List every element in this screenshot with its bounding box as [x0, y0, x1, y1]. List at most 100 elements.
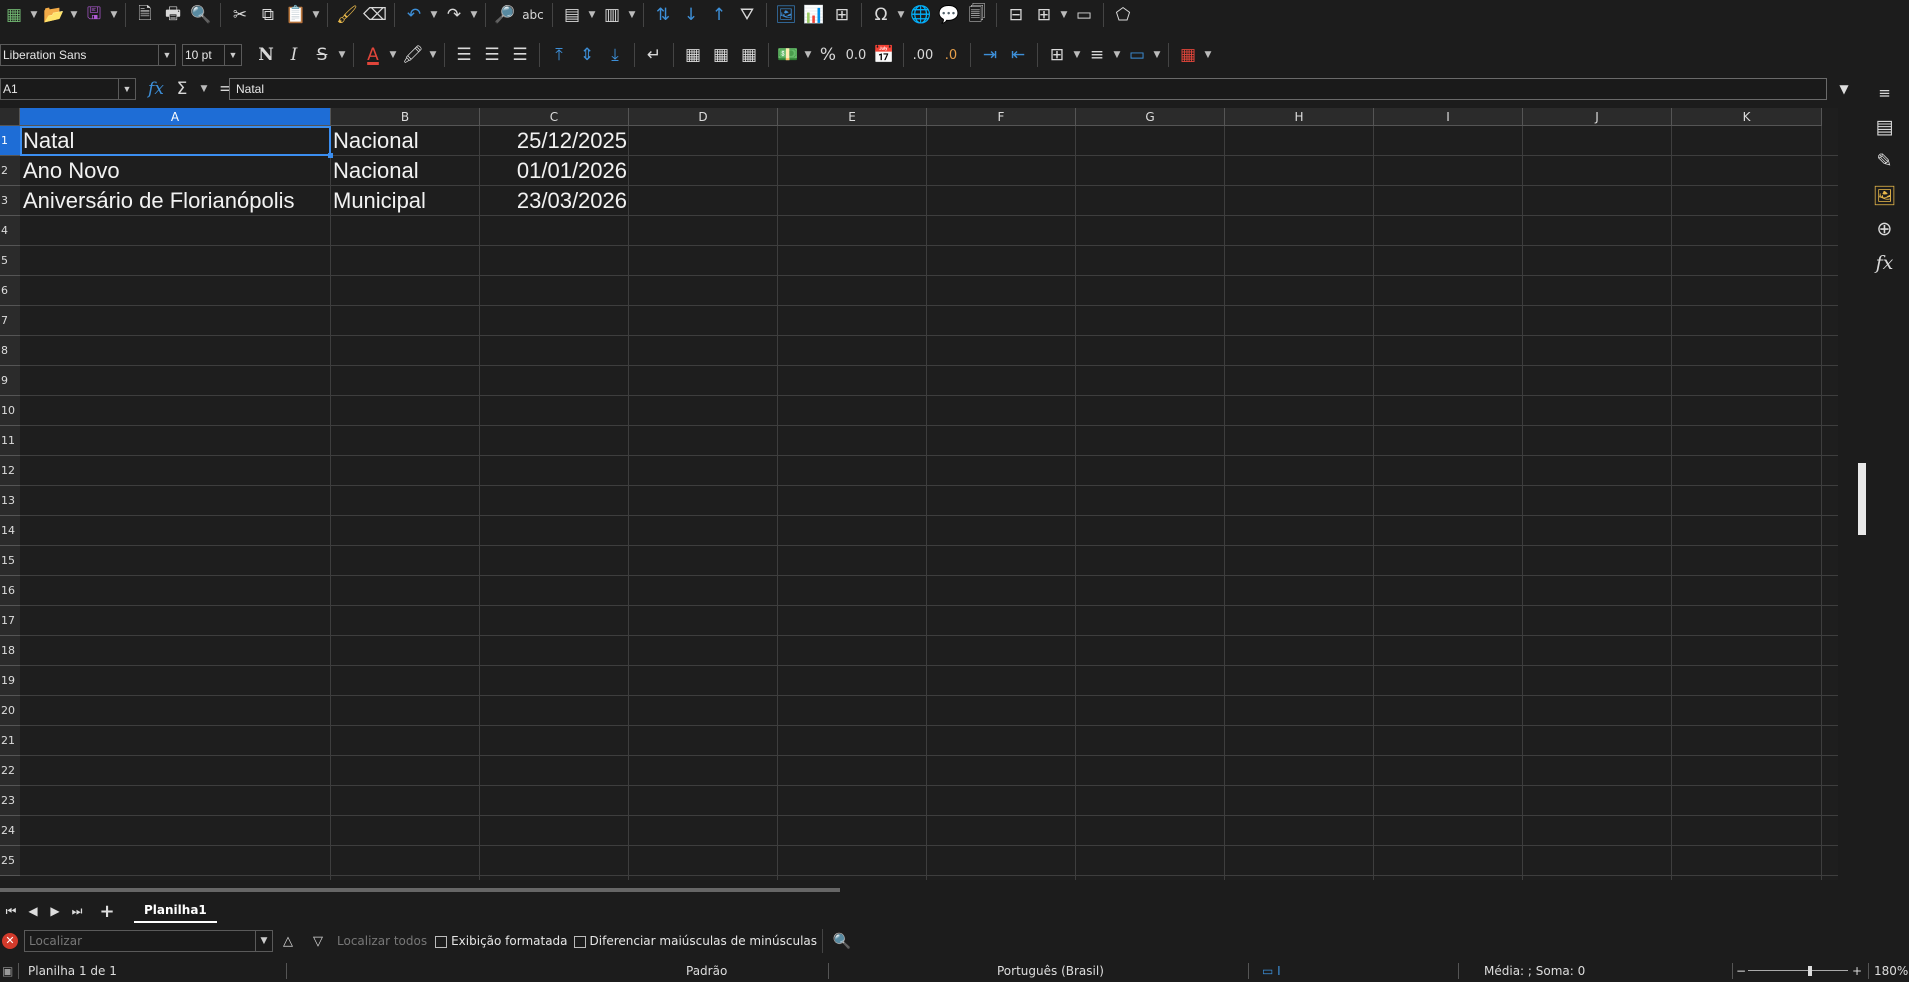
selection-mode-icon[interactable]: ▭ Ⅰ: [1262, 960, 1281, 982]
zoom-slider-handle[interactable]: [1808, 966, 1812, 976]
gallery-icon[interactable]: 🖼: [1860, 178, 1909, 212]
language[interactable]: Português (Brasil): [997, 960, 1104, 982]
row-header[interactable]: 11: [0, 426, 20, 456]
align-bottom-icon[interactable]: ⤓: [601, 41, 629, 69]
page-style[interactable]: Padrão: [686, 960, 727, 982]
borders-icon[interactable]: ⊞: [1043, 41, 1071, 69]
column-header[interactable]: C: [480, 108, 629, 126]
decrease-indent-icon[interactable]: ⇤: [1004, 41, 1032, 69]
cell-b3[interactable]: Municipal: [333, 186, 480, 216]
row-header[interactable]: 2: [0, 156, 20, 186]
column-dropdown-icon[interactable]: ▼: [626, 1, 638, 29]
border-color-dropdown-icon[interactable]: ▼: [1151, 41, 1163, 69]
cell-b1[interactable]: Nacional: [333, 126, 480, 156]
row-header[interactable]: 4: [0, 216, 20, 246]
zoom-in-icon[interactable]: +: [1852, 960, 1862, 982]
zoom-slider[interactable]: [1748, 970, 1848, 971]
comment-icon[interactable]: 💬: [935, 1, 963, 29]
freeze-dropdown-icon[interactable]: ▼: [1058, 1, 1070, 29]
border-style-dropdown-icon[interactable]: ▼: [1111, 41, 1123, 69]
column-header[interactable]: D: [629, 108, 778, 126]
align-middle-icon[interactable]: ⇕: [573, 41, 601, 69]
align-left-icon[interactable]: ☰: [450, 41, 478, 69]
properties-icon[interactable]: ▤: [1860, 110, 1909, 144]
number-format-button[interactable]: 0.0: [842, 41, 870, 69]
save-dropdown-icon[interactable]: ▼: [108, 1, 120, 29]
column-header[interactable]: K: [1672, 108, 1822, 126]
clear-formatting-icon[interactable]: ⌫: [361, 1, 389, 29]
expand-formula-bar-icon[interactable]: ▼: [1834, 78, 1854, 100]
column-header[interactable]: E: [778, 108, 927, 126]
row-header[interactable]: 3: [0, 186, 20, 216]
sort-descending-icon[interactable]: ↑: [705, 1, 733, 29]
zoom-level[interactable]: 180%: [1874, 960, 1908, 982]
unmerge-cells-icon[interactable]: ▦: [735, 41, 763, 69]
name-box[interactable]: A1 ▼: [0, 78, 136, 100]
document-modified-icon[interactable]: ▣: [2, 960, 13, 982]
insert-image-icon[interactable]: 🖼: [772, 1, 800, 29]
row-header[interactable]: 15: [0, 546, 20, 576]
chevron-down-icon[interactable]: ▼: [158, 45, 175, 65]
export-pdf-icon[interactable]: 🗎: [131, 1, 159, 29]
row-header[interactable]: 1: [0, 126, 20, 156]
special-character-icon[interactable]: Ω: [867, 1, 895, 29]
row-header[interactable]: 25: [0, 846, 20, 876]
font-name-box[interactable]: Liberation Sans ▼: [0, 44, 176, 66]
column-header[interactable]: G: [1076, 108, 1225, 126]
row-header[interactable]: 14: [0, 516, 20, 546]
spreadsheet-grid[interactable]: ABCDEFGHIJK Natal Nacional 25/12/2025 An…: [0, 108, 1838, 880]
open-folder-icon[interactable]: 📂: [40, 1, 68, 29]
formatted-display-checkbox[interactable]: Exibição formatada: [435, 934, 568, 948]
first-sheet-icon[interactable]: ⏮: [0, 904, 22, 919]
merge-cells-icon[interactable]: ▦: [707, 41, 735, 69]
row-header[interactable]: 24: [0, 816, 20, 846]
row-header[interactable]: 6: [0, 276, 20, 306]
delete-decimal-button[interactable]: .0: [937, 41, 965, 69]
chevron-down-icon[interactable]: ▼: [224, 45, 241, 65]
header-footer-icon[interactable]: 🗐: [963, 1, 991, 29]
row-header[interactable]: 10: [0, 396, 20, 426]
row-header[interactable]: 21: [0, 726, 20, 756]
open-dropdown-icon[interactable]: ▼: [68, 1, 80, 29]
column-header[interactable]: B: [331, 108, 480, 126]
autofilter-icon[interactable]: ⛛: [733, 1, 761, 29]
split-window-icon[interactable]: ▭: [1070, 1, 1098, 29]
currency-format-icon[interactable]: 💵: [774, 41, 802, 69]
bold-button[interactable]: N: [252, 41, 280, 69]
find-input[interactable]: Localizar ▼: [24, 930, 273, 952]
cut-icon[interactable]: ✂: [226, 1, 254, 29]
navigator-icon[interactable]: ⊕: [1860, 212, 1909, 246]
row-header[interactable]: 16: [0, 576, 20, 606]
styles-icon[interactable]: ✎: [1860, 144, 1909, 178]
add-sheet-icon[interactable]: +: [96, 901, 118, 922]
percent-format-button[interactable]: %: [814, 41, 842, 69]
undo-icon[interactable]: ↶: [400, 1, 428, 29]
row-header[interactable]: 23: [0, 786, 20, 816]
cell-c2[interactable]: 01/01/2026: [480, 156, 627, 186]
find-previous-icon[interactable]: △: [273, 927, 303, 955]
copy-icon[interactable]: ⧉: [254, 1, 282, 29]
functions-icon[interactable]: fx: [1860, 246, 1909, 280]
previous-sheet-icon[interactable]: ◀: [22, 904, 44, 918]
print-icon[interactable]: 🖶: [159, 1, 187, 29]
border-style-icon[interactable]: ≡: [1083, 41, 1111, 69]
show-draw-functions-icon[interactable]: ⬠: [1109, 1, 1137, 29]
clone-formatting-icon[interactable]: 🖌: [333, 1, 361, 29]
define-print-area-icon[interactable]: ⊟: [1002, 1, 1030, 29]
formula-input[interactable]: Natal: [229, 78, 1827, 100]
find-replace-icon[interactable]: 🔍: [828, 927, 856, 955]
conditional-format-dropdown-icon[interactable]: ▼: [1202, 41, 1214, 69]
redo-dropdown-icon[interactable]: ▼: [468, 1, 480, 29]
wrap-text-icon[interactable]: ↵: [640, 41, 668, 69]
chevron-down-icon[interactable]: ▼: [118, 79, 135, 99]
redo-icon[interactable]: ↷: [440, 1, 468, 29]
paste-dropdown-icon[interactable]: ▼: [310, 1, 322, 29]
column-header[interactable]: A: [20, 108, 331, 126]
sheet-tab[interactable]: Planilha1: [134, 899, 217, 923]
spelling-icon[interactable]: abc: [519, 1, 547, 29]
date-format-icon[interactable]: 📅: [870, 41, 898, 69]
horizontal-scrollbar[interactable]: [0, 888, 840, 892]
hyperlink-icon[interactable]: 🌐: [907, 1, 935, 29]
row-header[interactable]: 22: [0, 756, 20, 786]
vertical-scrollbar[interactable]: [1848, 108, 1866, 880]
